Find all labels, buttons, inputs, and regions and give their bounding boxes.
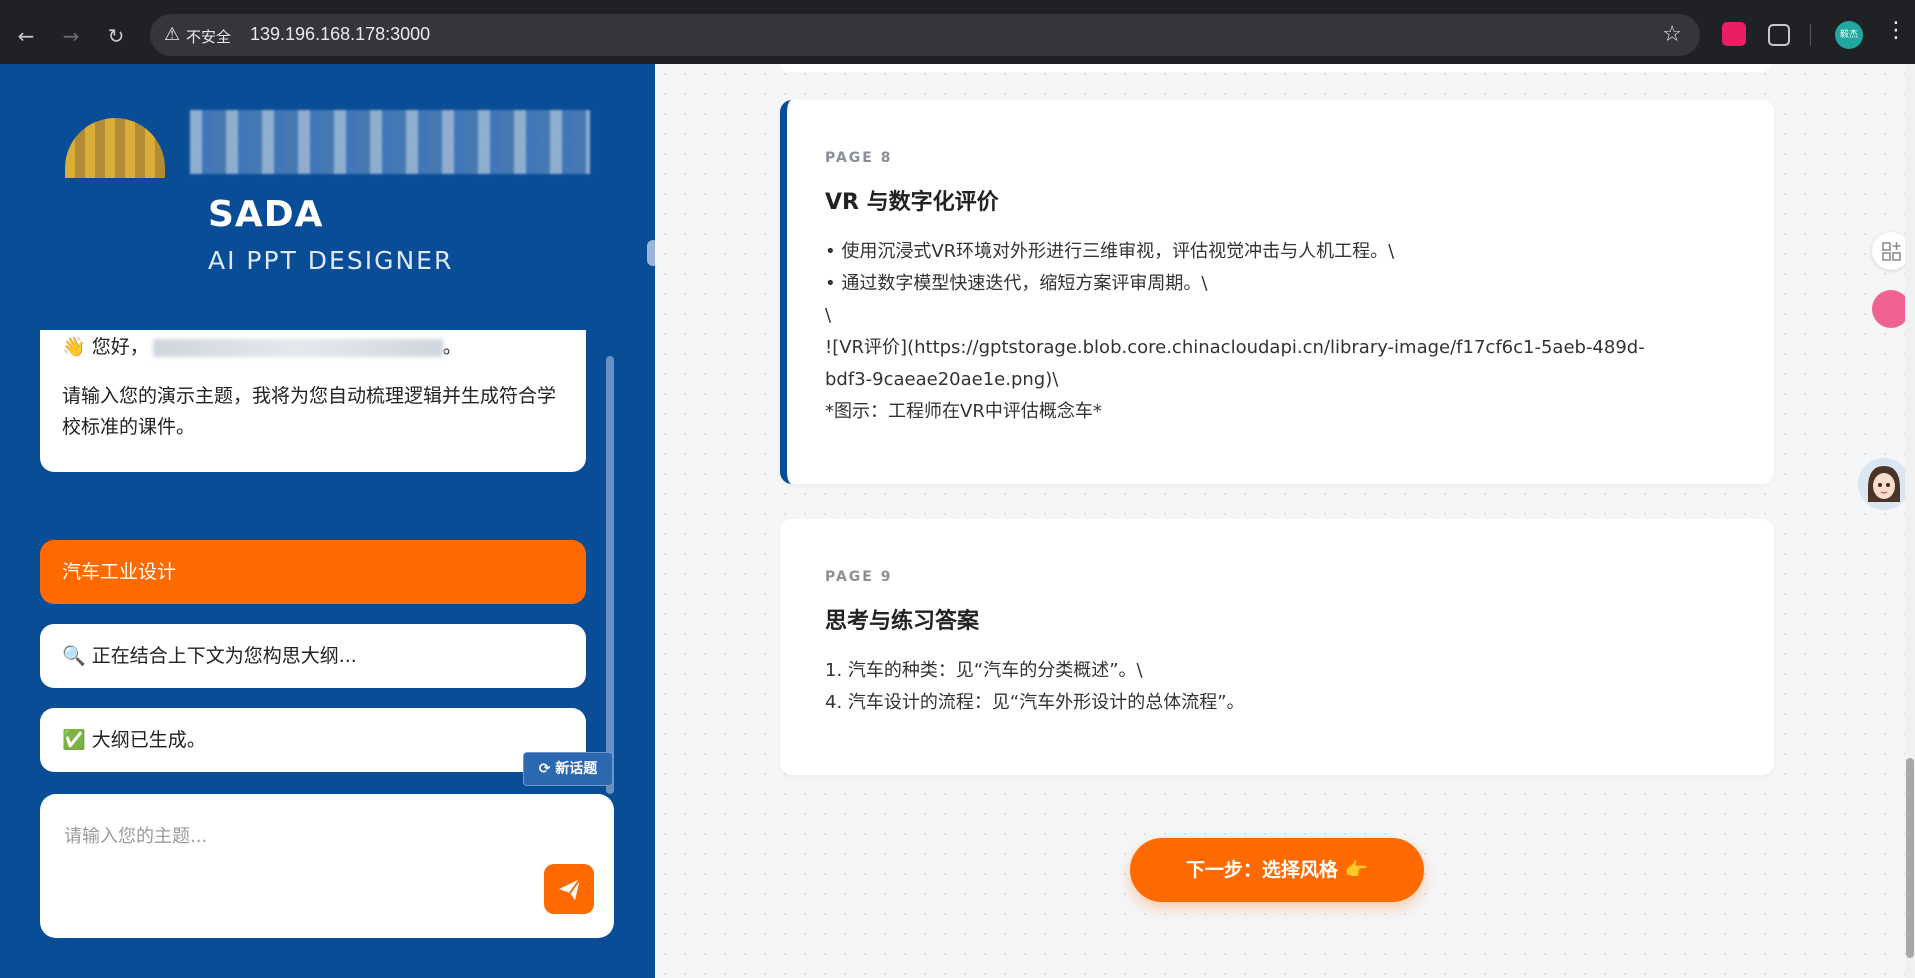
previous-card-edge (780, 64, 1770, 72)
security-label[interactable]: 不安全 (186, 26, 231, 47)
send-button[interactable] (544, 864, 594, 914)
page-scrollbar-thumb[interactable] (1906, 758, 1914, 958)
refresh-icon: ⟳ (538, 761, 551, 777)
topic-input[interactable] (62, 820, 526, 884)
toolbar-divider (1810, 24, 1811, 46)
browser-menu-icon[interactable]: ⋮ (1885, 18, 1907, 43)
reload-icon[interactable]: ↻ (100, 20, 132, 52)
page-number-label: PAGE 8 (825, 150, 893, 166)
page-title: 思考与练习答案 (825, 609, 980, 634)
chat-message-list[interactable]: 👋 您好，。 请输入您的演示主题，我将为您自动梳理逻辑并生成符合学校标准的课件。… (40, 330, 586, 800)
new-topic-label: 新话题 (555, 761, 598, 777)
outline-page-card: PAGE 9 思考与练习答案 1. 汽车的种类：见“汽车的分类概述”。\ 4. … (780, 519, 1774, 775)
user-message: 汽车工业设计 (40, 540, 586, 604)
browser-toolbar: ← → ↻ ⚠ 不安全 139.196.168.178:3000 ☆ 毅杰 ⋮ (0, 0, 1915, 64)
chat-input-container (40, 794, 614, 938)
logo-wordmark-blurred (190, 110, 590, 174)
assistant-status-message: ✅ 大纲已生成。 (40, 708, 586, 772)
extensions-icon[interactable] (1768, 24, 1790, 46)
page-number-label: PAGE 9 (825, 569, 893, 585)
new-topic-button[interactable]: ⟳ 新话题 (523, 752, 613, 786)
bookmark-star-icon[interactable]: ☆ (1662, 22, 1682, 47)
outline-preview-area: PAGE 8 VR 与数字化评价 • 使用沉浸式VR环境对外形进行三维审视，评估… (655, 64, 1915, 978)
chat-sidebar: SADA AI PPT DESIGNER 👋 您好，。 请输入您的演示主题，我将… (0, 64, 659, 978)
page-content: 1. 汽车的种类：见“汽车的分类概述”。\ 4. 汽车设计的流程：见“汽车外形设… (825, 660, 1245, 713)
next-step-button[interactable]: 下一步：选择风格 👉 (1130, 838, 1424, 902)
page-content: • 使用沉浸式VR环境对外形进行三维审视，评估视觉冲击与人机工程。\ • 通过数… (825, 241, 1645, 422)
brand-subtitle: AI PPT DESIGNER (208, 246, 454, 275)
warning-icon[interactable]: ⚠ (164, 24, 180, 45)
school-logo (55, 104, 595, 184)
url-text[interactable]: 139.196.168.178:3000 (250, 24, 430, 45)
outline-page-card: PAGE 8 VR 与数字化评价 • 使用沉浸式VR环境对外形进行三维审视，评估… (780, 100, 1774, 484)
assistant-status-message: 🔍 正在结合上下文为您构思大纲... (40, 624, 586, 688)
assistant-avatar-icon[interactable] (1858, 458, 1910, 510)
translate-extension-icon[interactable] (1722, 22, 1746, 46)
forward-icon[interactable]: → (55, 20, 87, 52)
page-title: VR 与数字化评价 (825, 190, 999, 215)
profile-avatar[interactable]: 毅杰 (1835, 21, 1863, 49)
chat-scrollbar-thumb[interactable] (606, 356, 614, 794)
avatar-face (1858, 458, 1910, 510)
welcome-body: 请输入您的演示主题，我将为您自动梳理逻辑并生成符合学校标准的课件。 (62, 385, 557, 438)
redacted-username (152, 338, 443, 357)
back-icon[interactable]: ← (10, 20, 42, 52)
assistant-welcome-message: 👋 您好，。 请输入您的演示主题，我将为您自动梳理逻辑并生成符合学校标准的课件。 (40, 330, 586, 472)
logo-emblem (65, 118, 165, 178)
address-bar[interactable]: ⚠ 不安全 139.196.168.178:3000 ☆ (150, 14, 1700, 56)
brand-title: SADA (208, 194, 324, 235)
welcome-greeting: 👋 您好， (62, 336, 149, 358)
paper-plane-icon (559, 878, 581, 900)
